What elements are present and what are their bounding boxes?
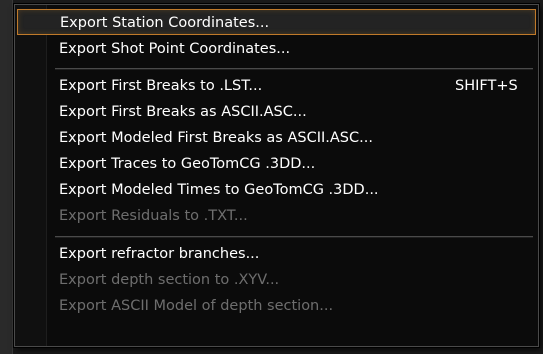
menu-item-label: Export refractor branches... <box>59 246 260 262</box>
menu-item-shortcut: SHIFT+S <box>455 78 518 94</box>
menu-item-label: Export Modeled First Breaks as ASCII.ASC… <box>59 130 373 146</box>
menu-item-label: Export First Breaks as ASCII.ASC... <box>59 104 307 120</box>
menu-item-label: Export Traces to GeoTomCG .3DD... <box>59 156 316 172</box>
menu-item-export-traces-geotomcg[interactable]: Export Traces to GeoTomCG .3DD... <box>17 151 536 177</box>
menu-item-label: Export First Breaks to .LST... <box>59 78 263 94</box>
menu-item-export-modeled-first-breaks-ascii[interactable]: Export Modeled First Breaks as ASCII.ASC… <box>17 125 536 151</box>
menu-item-export-refractor-branches[interactable]: Export refractor branches... <box>17 241 536 267</box>
menu-item-label: Export ASCII Model of depth section... <box>59 298 334 314</box>
menu-item-export-station-coordinates[interactable]: Export Station Coordinates... <box>17 9 536 35</box>
menu-item-export-residuals-txt: Export Residuals to .TXT... <box>17 203 536 229</box>
menu-item-label: Export Modeled Times to GeoTomCG .3DD... <box>59 182 379 198</box>
menu-item-label: Export Residuals to .TXT... <box>59 208 248 224</box>
export-context-menu: Export Station Coordinates... Export Sho… <box>14 4 539 347</box>
menu-item-export-first-breaks-ascii[interactable]: Export First Breaks as ASCII.ASC... <box>17 99 536 125</box>
menu-item-label: Export Shot Point Coordinates... <box>59 41 291 57</box>
menu-separator <box>55 68 533 70</box>
menu-item-export-depth-section-xyv: Export depth section to .XYV... <box>17 267 536 293</box>
menu-item-label: Export Station Coordinates... <box>60 15 270 31</box>
menu-item-export-shot-point-coordinates[interactable]: Export Shot Point Coordinates... <box>17 36 536 62</box>
screen: Export Station Coordinates... Export Sho… <box>0 0 543 354</box>
menu-separator <box>55 236 533 238</box>
menu-item-export-ascii-model-depth-section: Export ASCII Model of depth section... <box>17 293 536 319</box>
menu-item-label: Export depth section to .XYV... <box>59 272 280 288</box>
background-window-edge <box>0 0 13 354</box>
menu-item-export-modeled-times-geotomcg[interactable]: Export Modeled Times to GeoTomCG .3DD... <box>17 177 536 203</box>
menu-item-export-first-breaks-lst[interactable]: Export First Breaks to .LST... SHIFT+S <box>17 73 536 99</box>
